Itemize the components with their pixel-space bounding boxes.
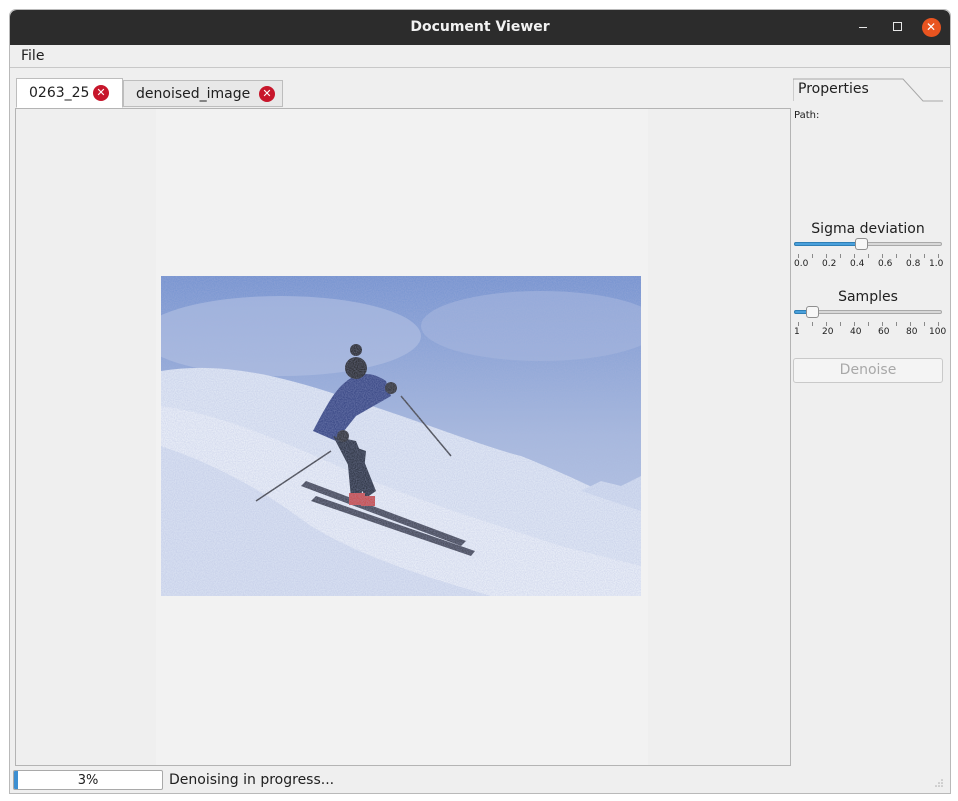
maximize-icon	[892, 22, 902, 31]
slider-tick	[896, 254, 897, 258]
slider-tick	[896, 322, 897, 326]
slider-tick-label: 20	[822, 327, 834, 337]
maximize-button[interactable]	[882, 10, 912, 45]
tab-properties-label: Properties	[798, 81, 869, 97]
slider-tick	[910, 254, 911, 258]
slider-tick-label: 1.0	[929, 259, 944, 269]
samples-title: Samples	[838, 289, 898, 305]
slider-tick-label: 100	[929, 327, 947, 337]
window-title: Document Viewer	[410, 19, 550, 35]
slider-tick	[924, 254, 925, 258]
image-view[interactable]	[15, 108, 791, 766]
title-bar[interactable]: Document Viewer ✕	[10, 10, 950, 45]
skier-photo	[161, 276, 641, 596]
close-circle-icon[interactable]: ✕	[93, 85, 109, 101]
sigma-deviation-title: Sigma deviation	[811, 221, 925, 237]
slider-tick	[798, 254, 799, 258]
status-message: Denoising in progress...	[169, 772, 335, 788]
close-circle-icon[interactable]: ✕	[259, 86, 275, 102]
slider-tick-label: 40	[850, 327, 862, 337]
tab-denoised-image[interactable]: denoised_image ✕	[123, 80, 283, 107]
menu-bar: File	[10, 45, 950, 68]
menu-file[interactable]: File	[21, 48, 44, 64]
slider-tick-label: 0.0	[794, 259, 809, 269]
slider-tick	[826, 254, 827, 258]
status-bar: 3% Denoising in progress...	[10, 770, 950, 792]
slider-tick	[924, 322, 925, 326]
slider-handle[interactable]	[806, 306, 819, 318]
samples-tick-labels: 1 20 40 60 80 100	[794, 327, 946, 339]
slider-tick	[812, 254, 813, 258]
slider-tick-label: 0.2	[822, 259, 837, 269]
path-label: Path:	[794, 110, 820, 121]
sigma-tick-labels: 0.0 0.2 0.4 0.6 0.8 1.0	[794, 259, 944, 271]
close-icon: ✕	[921, 18, 941, 37]
slider-tick	[910, 322, 911, 326]
progress-bar: 3%	[13, 770, 163, 790]
resize-grip-icon[interactable]	[934, 778, 944, 788]
tab-label: 0263_25	[29, 85, 90, 101]
slider-tick	[938, 322, 939, 326]
slider-tick	[868, 254, 869, 258]
slider-tick	[868, 322, 869, 326]
document-viewer-window: Document Viewer ✕ File 0263_25 ✕ denoise…	[9, 9, 951, 794]
slider-tick	[840, 322, 841, 326]
minimize-icon	[859, 27, 867, 28]
slider-tick	[798, 322, 799, 326]
slider-tick-label: 0.8	[906, 259, 921, 269]
close-window-button[interactable]: ✕	[916, 10, 946, 45]
slider-tick	[854, 254, 855, 258]
slider-tick-label: 1	[794, 327, 800, 337]
progress-text: 3%	[77, 773, 99, 788]
slider-tick-label: 0.4	[850, 259, 865, 269]
slider-handle[interactable]	[855, 238, 868, 250]
slider-tick	[840, 254, 841, 258]
minimize-button[interactable]	[848, 10, 878, 45]
slider-tick	[826, 322, 827, 326]
tab-properties[interactable]: Properties	[793, 78, 943, 102]
slider-fill	[794, 242, 861, 246]
tab-0263-25[interactable]: 0263_25 ✕	[16, 78, 123, 108]
slider-tick-label: 0.6	[878, 259, 893, 269]
slider-tick	[882, 322, 883, 326]
denoise-button[interactable]: Denoise	[793, 358, 943, 383]
slider-tick	[854, 322, 855, 326]
slider-tick	[938, 254, 939, 258]
slider-tick	[812, 322, 813, 326]
slider-tick-label: 80	[906, 327, 918, 337]
slider-tick	[882, 254, 883, 258]
properties-panel: Properties Path: Sigma deviation 0.0 0.2 0…	[793, 78, 946, 768]
tab-label: denoised_image	[136, 86, 251, 102]
slider-tick-label: 60	[878, 327, 890, 337]
